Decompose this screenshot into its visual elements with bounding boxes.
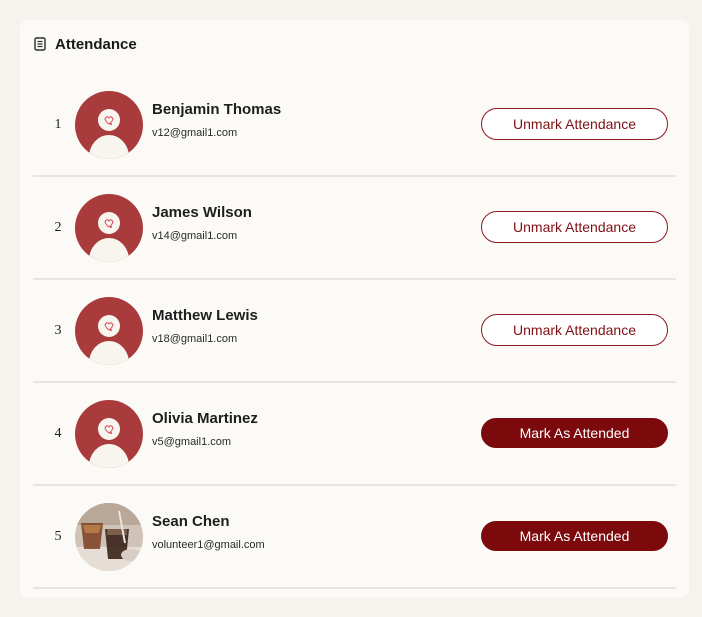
card-title: Attendance xyxy=(55,35,137,53)
attendee-email: v18@gmail1.com xyxy=(152,333,238,345)
attendee-row: 3 Matthew Lewis v18@gmail1.com Unmark At… xyxy=(33,280,676,383)
attendee-email: v14@gmail1.com xyxy=(152,230,238,242)
default-avatar-icon xyxy=(75,400,143,468)
unmark-attendance-button[interactable]: Unmark Attendance xyxy=(481,211,668,243)
attendee-row: 5 Sean Chen volunteer1@gmail.com Mark As… xyxy=(33,486,676,589)
mark-as-attended-button[interactable]: Mark As Attended xyxy=(481,418,668,448)
attendee-row: 2 James Wilson v14@gmail1.com Unmark Att… xyxy=(33,177,676,280)
document-icon xyxy=(34,37,46,51)
default-avatar-icon xyxy=(75,194,143,262)
default-avatar-icon xyxy=(75,91,143,159)
attendance-card: Attendance 1 Benjamin Thomas v12@gmail1.… xyxy=(20,20,689,598)
attendee-email: v5@gmail1.com xyxy=(152,436,232,448)
attendee-name: Olivia Martinez xyxy=(152,410,258,427)
unmark-attendance-button[interactable]: Unmark Attendance xyxy=(481,314,668,346)
attendee-name: Benjamin Thomas xyxy=(152,101,282,118)
attendee-email: v12@gmail1.com xyxy=(152,127,238,139)
unmark-attendance-button[interactable]: Unmark Attendance xyxy=(481,108,668,140)
card-header: Attendance xyxy=(34,35,137,53)
attendee-row: 1 Benjamin Thomas v12@gmail1.com Unmark … xyxy=(33,74,676,177)
mark-as-attended-button[interactable]: Mark As Attended xyxy=(481,521,668,551)
attendee-name: Matthew Lewis xyxy=(152,307,258,324)
attendee-name: Sean Chen xyxy=(152,513,230,530)
photo-avatar xyxy=(75,503,143,571)
attendee-name: James Wilson xyxy=(152,204,252,221)
attendee-list: 1 Benjamin Thomas v12@gmail1.com Unmark … xyxy=(33,74,676,589)
default-avatar-icon xyxy=(75,297,143,365)
attendee-row: 4 Olivia Martinez v5@gmail1.com Mark As … xyxy=(33,383,676,486)
attendee-email: volunteer1@gmail.com xyxy=(152,539,265,551)
